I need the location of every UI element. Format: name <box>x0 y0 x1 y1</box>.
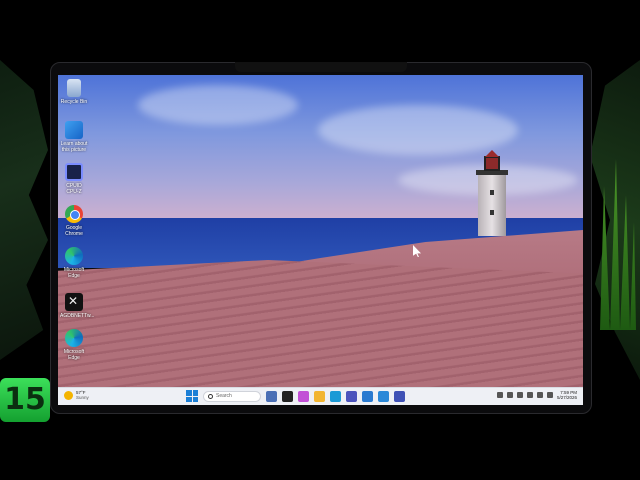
desktop-screen: Recycle Bin Learn about this picture CPU… <box>58 75 583 405</box>
copilot-icon[interactable] <box>298 390 309 402</box>
taskbar-search[interactable]: Search <box>203 390 261 402</box>
desktop-icon-label: Microsoft Edge <box>63 349 85 361</box>
chevron-up-icon[interactable] <box>496 392 503 398</box>
widget-icon[interactable] <box>282 390 293 402</box>
edge-icon <box>65 247 83 265</box>
desktop-icon-label: Recycle Bin <box>60 99 88 105</box>
settings-icon[interactable] <box>516 392 523 398</box>
desktop-icon-label: CPUID CPU-Z <box>66 183 82 195</box>
app-icon[interactable] <box>394 390 405 402</box>
teams-icon[interactable] <box>346 390 357 402</box>
desktop-icon-microsoft-edge-2[interactable]: Microsoft Edge <box>60 329 88 361</box>
system-tray: 7:59 PM 5/27/2026 <box>496 390 577 400</box>
desktop-icon-app[interactable]: AGDBNETTw... <box>60 293 95 319</box>
weather-condition: Sunny <box>76 395 89 400</box>
desktop-icon-label: Microsoft Edge <box>63 267 85 279</box>
desktop-icon-microsoft-edge[interactable]: Microsoft Edge <box>60 247 88 279</box>
gallery-icon[interactable] <box>266 390 277 402</box>
photo-info-icon <box>65 121 83 139</box>
search-icon <box>208 393 213 399</box>
battery-icon[interactable] <box>546 392 553 398</box>
desktop-icon-google-chrome[interactable]: Google Chrome <box>60 205 88 237</box>
wallpaper-dunes-front <box>58 260 583 395</box>
onedrive-icon[interactable] <box>506 392 513 398</box>
taskbar-center: Search <box>186 390 405 402</box>
edge-beta-icon[interactable] <box>362 390 373 402</box>
search-placeholder: Search <box>216 393 232 399</box>
file-explorer-icon[interactable] <box>314 390 325 402</box>
cloud <box>138 85 298 125</box>
taskbar-apps <box>266 390 405 402</box>
desktop-icon-recycle-bin[interactable]: Recycle Bin <box>60 79 88 105</box>
lighthouse <box>476 150 508 236</box>
desktop-icon-label: Google Chrome <box>65 225 83 237</box>
cpu-z-icon <box>65 163 83 181</box>
store-icon[interactable] <box>378 390 389 402</box>
desktop-icon-label: AGDBNETTw... <box>60 313 95 319</box>
wifi-icon[interactable] <box>526 392 533 398</box>
volume-icon[interactable] <box>536 392 543 398</box>
desktop-icon-learn-about-picture[interactable]: Learn about this picture <box>60 121 88 153</box>
sun-icon <box>64 390 73 400</box>
channel-logo: 15 <box>0 378 50 422</box>
camera-notch <box>235 62 407 72</box>
recycle-bin-icon <box>67 79 81 97</box>
start-button[interactable] <box>186 390 198 402</box>
cloud <box>318 105 518 155</box>
clock-date: 5/27/2026 <box>556 395 577 400</box>
app-icon <box>65 293 83 311</box>
edge-icon[interactable] <box>330 390 341 402</box>
edge-icon <box>65 329 83 347</box>
desktop-icon-label: Learn about this picture <box>60 141 88 153</box>
desktop-icon-cpu-z[interactable]: CPUID CPU-Z <box>60 163 88 195</box>
taskbar: 57°F Sunny Search 7:59 PM 5/27/2026 <box>58 387 583 405</box>
chrome-icon <box>65 205 83 223</box>
taskbar-clock[interactable]: 7:59 PM 5/27/2026 <box>557 390 577 400</box>
weather-widget[interactable]: 57°F Sunny <box>64 390 89 400</box>
